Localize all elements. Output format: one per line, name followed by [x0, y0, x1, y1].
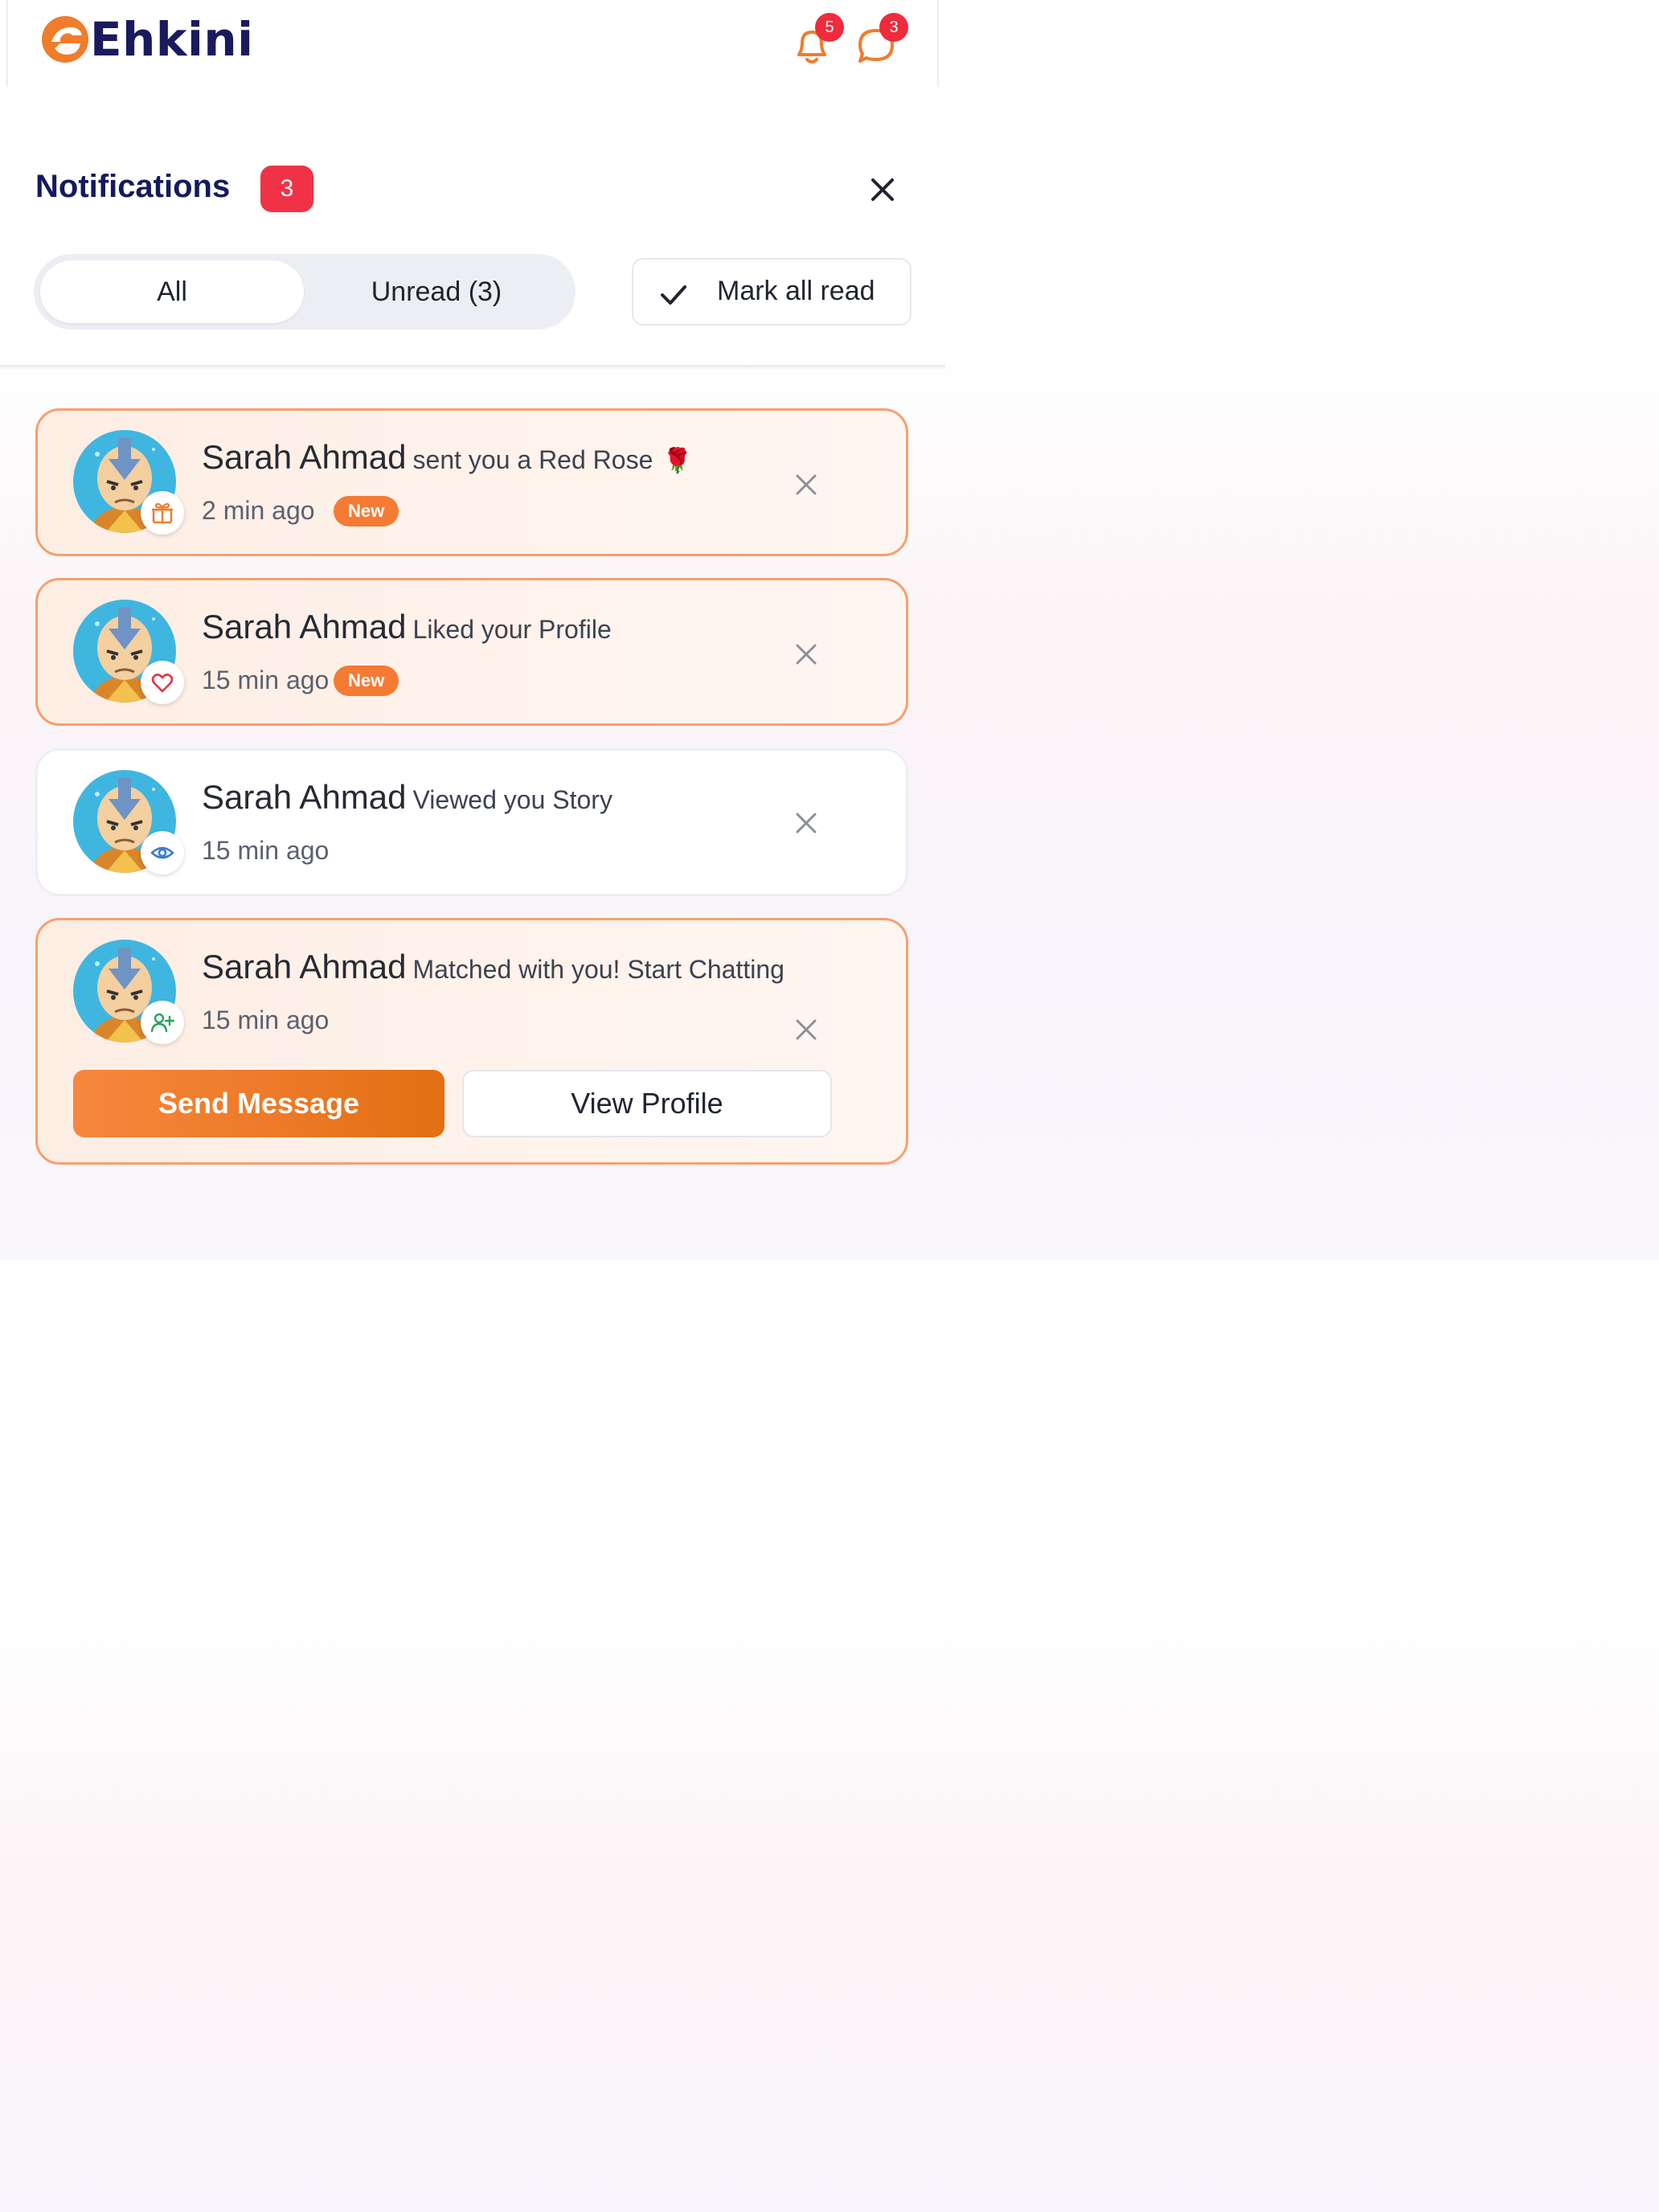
heart-icon — [141, 661, 184, 704]
mark-all-read-label: Mark all read — [717, 276, 875, 306]
notifications-count-badge: 5 — [815, 13, 844, 42]
notification-time: 15 min ago — [202, 836, 330, 865]
notification-time: 2 min ago — [202, 496, 315, 525]
top-bar: Ehkini 5 3 — [6, 0, 939, 87]
notification-item[interactable]: Sarah Ahmad Viewed you Story 15 min ago — [35, 748, 908, 896]
user-plus-icon — [141, 1001, 184, 1044]
checkmark-icon — [661, 285, 686, 305]
notification-text: Sarah Ahmad Viewed you Story — [202, 778, 612, 817]
notification-action: sent you a Red Rose — [412, 445, 653, 474]
notification-text: Sarah Ahmad sent you a Red Rose 🌹 — [202, 438, 692, 477]
rose-icon: 🌹 — [662, 448, 693, 474]
tab-unread[interactable]: Unread (3) — [304, 260, 569, 323]
new-badge: New — [334, 666, 399, 696]
eye-icon — [141, 831, 184, 875]
filter-tabs: All Unread (3) — [34, 254, 576, 330]
new-badge: New — [334, 496, 399, 526]
notification-item[interactable]: Sarah Ahmad sent you a Red Rose 🌹 2 min a… — [35, 408, 908, 556]
messages-count-badge: 3 — [879, 13, 908, 42]
notification-action: Matched with you! Start Chatting — [412, 955, 784, 984]
sender-name: Sarah Ahmad — [202, 608, 407, 645]
panel-title: Notifications — [35, 169, 231, 204]
notification-time: 15 min ago — [202, 666, 330, 694]
notification-action: Liked your Profile — [412, 615, 612, 644]
brand-name: Ehkini — [90, 12, 254, 67]
send-message-button[interactable]: Send Message — [73, 1070, 444, 1137]
dismiss-icon[interactable] — [793, 810, 819, 836]
close-icon[interactable] — [866, 174, 899, 206]
messages-button[interactable]: 3 — [854, 13, 908, 68]
gift-icon — [141, 491, 184, 535]
notification-text: Sarah Ahmad Matched with you! Start Chatt… — [202, 948, 784, 986]
brand-logo-icon — [42, 16, 88, 63]
notifications-button[interactable]: 5 — [789, 13, 844, 68]
tab-all[interactable]: All — [40, 260, 304, 323]
dismiss-icon[interactable] — [793, 472, 819, 498]
sender-name: Sarah Ahmad — [202, 778, 407, 816]
view-profile-button[interactable]: View Profile — [462, 1070, 832, 1137]
dismiss-icon[interactable] — [793, 1017, 819, 1043]
notification-item[interactable]: Sarah Ahmad Liked your Profile 15 min ago… — [35, 578, 908, 726]
dismiss-icon[interactable] — [793, 641, 819, 667]
notification-text: Sarah Ahmad Liked your Profile — [202, 608, 612, 646]
notification-item[interactable]: Sarah Ahmad Matched with you! Start Chatt… — [35, 918, 908, 1165]
unread-count-badge: 3 — [260, 166, 313, 212]
brand-logo[interactable]: Ehkini — [40, 14, 254, 64]
notification-time: 15 min ago — [202, 1006, 330, 1034]
notification-action: Viewed you Story — [412, 785, 612, 814]
sender-name: Sarah Ahmad — [202, 438, 407, 476]
mark-all-read-button[interactable]: Mark all read — [632, 258, 911, 326]
header-divider — [0, 365, 945, 370]
sender-name: Sarah Ahmad — [202, 948, 407, 985]
